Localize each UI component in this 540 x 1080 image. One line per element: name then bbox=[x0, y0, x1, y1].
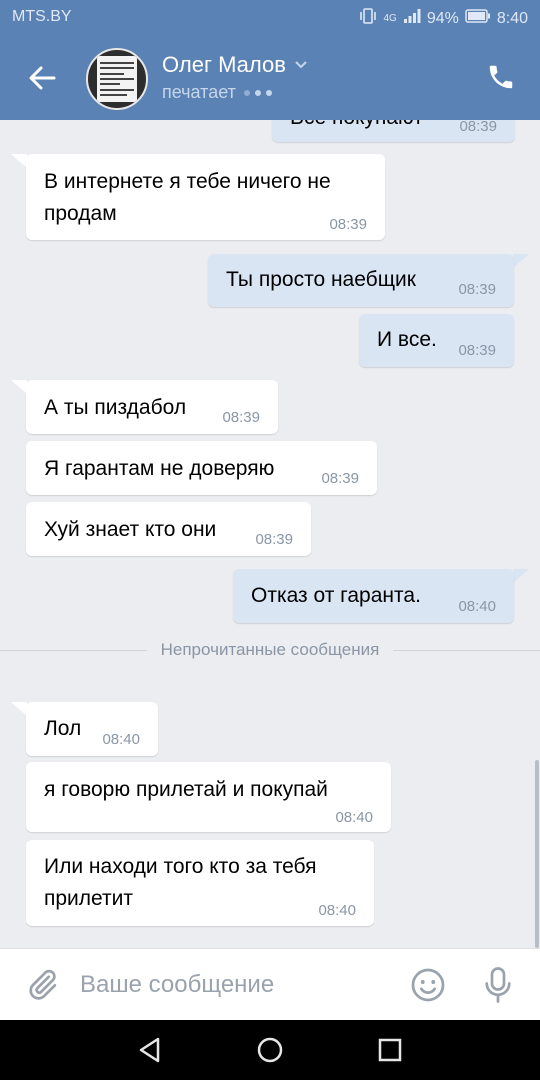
nav-home-button[interactable] bbox=[254, 1034, 286, 1066]
unread-divider-label: Непрочитанные сообщения bbox=[146, 640, 394, 659]
signal-icon bbox=[403, 8, 421, 29]
message-time: 08:39 bbox=[222, 409, 260, 426]
message-outgoing[interactable]: И все. 08:39 bbox=[359, 314, 514, 367]
message-list[interactable]: Все покупают 08:39 В интернете я тебе ни… bbox=[0, 120, 540, 948]
paperclip-icon bbox=[29, 969, 57, 1000]
triangle-back-icon bbox=[139, 1037, 160, 1063]
message-text: Я гарантам не доверяю bbox=[44, 457, 275, 480]
system-nav-bar bbox=[0, 1020, 540, 1080]
bubble-tail bbox=[513, 569, 529, 583]
attach-button[interactable] bbox=[24, 967, 60, 1003]
circle-home-icon bbox=[257, 1037, 283, 1063]
message-input[interactable] bbox=[80, 963, 390, 1007]
message-text: А ты пиздабол bbox=[44, 396, 187, 419]
message-text-line-2: продам bbox=[44, 202, 117, 225]
message-time: 08:40 bbox=[335, 809, 373, 826]
message-text: Лол bbox=[44, 717, 82, 740]
message-time: 08:40 bbox=[102, 731, 140, 748]
message-time: 08:39 bbox=[255, 531, 293, 548]
message-time: 08:40 bbox=[318, 902, 356, 919]
message-composer bbox=[0, 948, 540, 1020]
avatar[interactable] bbox=[86, 48, 148, 110]
chevron-down-icon bbox=[295, 61, 307, 69]
battery-percent: 94% bbox=[426, 9, 459, 27]
contact-name-text: Олег Малов bbox=[162, 52, 286, 77]
carrier-name: MTS.BY bbox=[12, 8, 72, 25]
message-incoming[interactable]: В интернете я тебе ничего не продам 08:3… bbox=[26, 154, 385, 240]
message-outgoing[interactable]: Ты просто наебщик 08:39 bbox=[208, 254, 514, 307]
unread-divider: Непрочитанные сообщения bbox=[0, 640, 540, 660]
bubble-tail bbox=[11, 702, 27, 716]
battery-icon bbox=[465, 9, 491, 28]
message-time: 08:40 bbox=[458, 598, 496, 615]
message-text: я говорю прилетай и покупай bbox=[44, 778, 328, 801]
message-time: 08:39 bbox=[458, 281, 496, 298]
status-bar-right: 4G 94% 8:40 bbox=[359, 8, 528, 29]
message-outgoing[interactable]: Отказ от гаранта. 08:40 bbox=[233, 569, 514, 623]
message-text: Отказ от гаранта. bbox=[251, 584, 421, 607]
nav-back-button[interactable] bbox=[134, 1034, 166, 1066]
chat-header: Олег Малов печатает bbox=[0, 36, 540, 120]
square-recent-icon bbox=[378, 1038, 402, 1062]
message-outgoing[interactable]: Все покупают 08:39 bbox=[272, 120, 515, 142]
message-text-line-1: Или находи того кто за тебя bbox=[44, 855, 317, 878]
scrollbar[interactable] bbox=[535, 760, 539, 948]
message-incoming[interactable]: я говорю прилетай и покупай 08:40 bbox=[26, 762, 391, 832]
message-incoming[interactable]: Хуй знает кто они 08:39 bbox=[26, 502, 311, 556]
nav-recent-button[interactable] bbox=[374, 1034, 406, 1066]
smiley-icon bbox=[411, 968, 445, 1002]
bubble-tail bbox=[513, 254, 529, 268]
message-text: Все покупают bbox=[290, 120, 423, 134]
contact-name[interactable]: Олег Малов bbox=[162, 52, 308, 78]
message-incoming[interactable]: Или находи того кто за тебя прилетит 08:… bbox=[26, 840, 374, 926]
message-incoming[interactable]: Лол 08:40 bbox=[26, 702, 158, 756]
message-text: Ты просто наебщик bbox=[226, 268, 416, 291]
network-type: 4G bbox=[383, 12, 397, 24]
typing-status: печатает bbox=[162, 82, 272, 103]
status-bar: MTS.BY 4G 94% 8:40 bbox=[0, 0, 540, 36]
microphone-button[interactable] bbox=[480, 965, 516, 1005]
typing-dots-icon bbox=[243, 89, 272, 96]
message-text: И все. bbox=[377, 328, 437, 351]
bubble-tail bbox=[11, 154, 27, 168]
message-time: 08:39 bbox=[321, 470, 359, 487]
message-text-line-2: прилетит bbox=[44, 887, 133, 910]
message-incoming[interactable]: Я гарантам не доверяю 08:39 bbox=[26, 441, 377, 495]
message-time: 08:39 bbox=[458, 342, 496, 359]
message-time: 08:39 bbox=[329, 216, 367, 233]
back-button[interactable] bbox=[22, 58, 62, 98]
message-text-line-1: В интернете я тебе ничего не bbox=[44, 170, 331, 193]
emoji-button[interactable] bbox=[410, 967, 446, 1003]
message-incoming[interactable]: А ты пиздабол 08:39 bbox=[26, 380, 278, 434]
phone-icon bbox=[489, 65, 513, 89]
call-button[interactable] bbox=[486, 62, 518, 94]
vibrate-icon bbox=[359, 8, 377, 29]
message-text: Хуй знает кто они bbox=[44, 518, 217, 541]
message-time: 08:39 bbox=[459, 120, 497, 135]
typing-text: печатает bbox=[162, 82, 236, 102]
clock: 8:40 bbox=[496, 9, 528, 27]
arrow-left-icon bbox=[29, 66, 56, 90]
avatar-image bbox=[97, 56, 137, 102]
bubble-tail bbox=[11, 380, 27, 394]
microphone-icon bbox=[485, 967, 511, 1003]
